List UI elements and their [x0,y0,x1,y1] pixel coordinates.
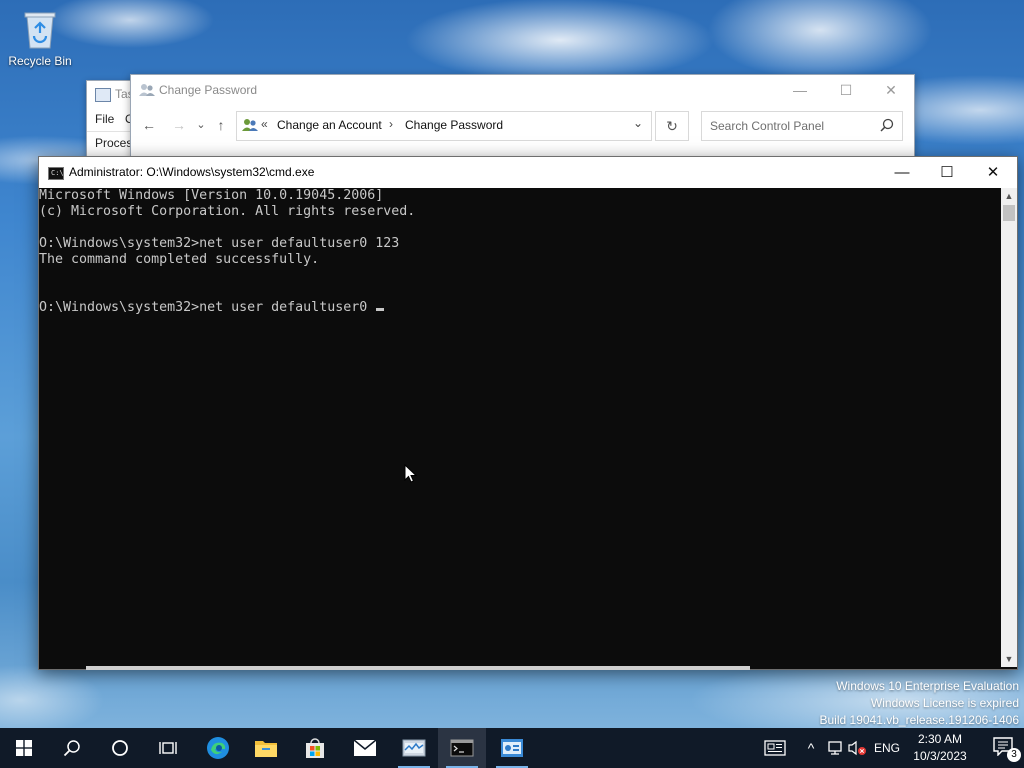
notification-count-badge: 3 [1007,748,1021,762]
edge-icon [207,737,229,759]
maximize-button[interactable]: ☐ [924,157,970,188]
console-line: (c) Microsoft Corporation. All rights re… [39,204,416,219]
recycle-bin-label: Recycle Bin [8,54,72,68]
task-view-icon [159,742,177,754]
scroll-up-arrow-icon[interactable]: ▲ [1001,188,1017,204]
task-manager-icon [95,88,111,102]
up-arrow-icon[interactable]: ↑ [211,113,231,137]
search-placeholder: Search Control Panel [710,119,825,133]
breadcrumb-change-password[interactable]: Change Password [405,118,503,132]
address-dropdown-chevron-icon[interactable]: ⌄ [633,116,643,130]
store-icon [306,738,324,758]
watermark-edition: Windows 10 Enterprise Evaluation [836,679,1019,693]
file-explorer-button[interactable] [242,728,290,768]
minimize-button[interactable]: — [879,157,925,188]
search-icon [880,118,894,132]
cmd-icon [450,739,474,757]
text-cursor [376,308,385,311]
scroll-down-arrow-icon[interactable]: ▼ [1001,651,1017,667]
start-button[interactable] [0,728,48,768]
search-input[interactable]: Search Control Panel [701,111,903,141]
clock-time: 2:30 AM [917,732,963,746]
console-output[interactable]: Microsoft Windows [Version 10.0.19045.20… [39,188,1000,667]
scrollbar-thumb[interactable] [1003,205,1015,221]
cmd-icon: C:\ [48,167,64,180]
desktop: Recycle Bin Tas File O Proces Change Pas… [0,0,1024,728]
console-prompt-line[interactable]: O:\Windows\system32>net user defaultuser… [39,300,1000,316]
console-line: The command completed successfully. [39,252,320,267]
back-arrow-icon[interactable]: ← [137,113,161,137]
volume-button[interactable] [846,728,868,768]
cortana-circle-icon [112,740,128,756]
close-button[interactable]: ✕ [970,157,1016,188]
taskbar: ^ ENG 2:30 AM 10/3/2023 3 [0,728,1024,768]
watermark-license: Windows License is expired [870,696,1019,710]
task-manager-button[interactable] [390,728,438,768]
control-panel-title: Change Password [159,83,258,97]
vertical-scrollbar[interactable]: ▲ ▼ [1001,188,1017,667]
network-icon [828,741,842,755]
users-icon [242,119,258,131]
search-icon [63,740,80,757]
maximize-button[interactable]: ☐ [823,75,869,105]
task-manager-tab-processes[interactable]: Proces [95,136,132,150]
news-icon [764,740,786,756]
address-bar[interactable]: « Change an Account › Change Password ⌄ [236,111,652,141]
cortana-button[interactable] [96,728,144,768]
users-icon [139,84,155,96]
console-line: Microsoft Windows [Version 10.0.19045.20… [39,188,384,203]
watermark-build: Build 19041.vb_release.191206-1406 [819,713,1020,727]
store-button[interactable] [291,728,339,768]
control-panel-icon [501,739,523,757]
cmd-button[interactable] [438,728,486,768]
windows-logo-icon [16,740,32,756]
cmd-window[interactable]: C:\ Administrator: O:\Windows\system32\c… [38,156,1018,670]
console-prompt-text: O:\Windows\system32>net user defaultuser… [39,300,376,315]
mail-icon [353,739,377,756]
console-line: O:\Windows\system32>net user defaultuser… [39,236,400,251]
refresh-button[interactable]: ↻ [655,111,689,141]
background-window-edge [86,666,750,670]
recycle-bin-desktop-icon[interactable]: Recycle Bin [6,8,74,68]
folder-icon [255,741,277,757]
search-button[interactable] [48,728,96,768]
task-view-button[interactable] [144,728,192,768]
network-button[interactable] [824,728,846,768]
windows-watermark: Windows 10 Enterprise Evaluation Windows… [820,678,1020,728]
mail-button[interactable] [341,728,389,768]
breadcrumb-change-an-account[interactable]: Change an Account [277,118,382,132]
volume-muted-icon [848,740,866,756]
language-indicator[interactable]: ENG [870,728,904,768]
task-manager-menu-file[interactable]: File [95,112,114,126]
action-center-button[interactable]: 3 [992,736,1021,762]
breadcrumb-separator-icon: › [389,117,393,131]
breadcrumb-overflow-icon[interactable]: « [261,117,268,131]
task-manager-icon [402,739,426,757]
news-and-interests-button[interactable] [760,728,790,768]
clock[interactable]: 2:30 AM 10/3/2023 [900,731,980,765]
cmd-title-bar[interactable]: C:\ Administrator: O:\Windows\system32\c… [39,157,1017,188]
show-hidden-icons-chevron-icon[interactable]: ^ [800,728,822,768]
edge-button[interactable] [194,728,242,768]
recent-locations-chevron-icon[interactable]: ⌄ [193,113,209,137]
mouse-pointer-icon [404,464,418,483]
control-panel-button[interactable] [488,728,536,768]
cmd-title: Administrator: O:\Windows\system32\cmd.e… [69,165,315,179]
recycle-bin-icon [23,10,57,50]
forward-arrow-icon[interactable]: → [167,113,191,137]
clock-date: 10/3/2023 [913,749,967,763]
close-button[interactable]: ✕ [868,75,914,105]
minimize-button[interactable]: — [777,75,823,105]
control-panel-window[interactable]: Change Password — ☐ ✕ ← → ⌄ ↑ « Change a… [130,74,915,166]
